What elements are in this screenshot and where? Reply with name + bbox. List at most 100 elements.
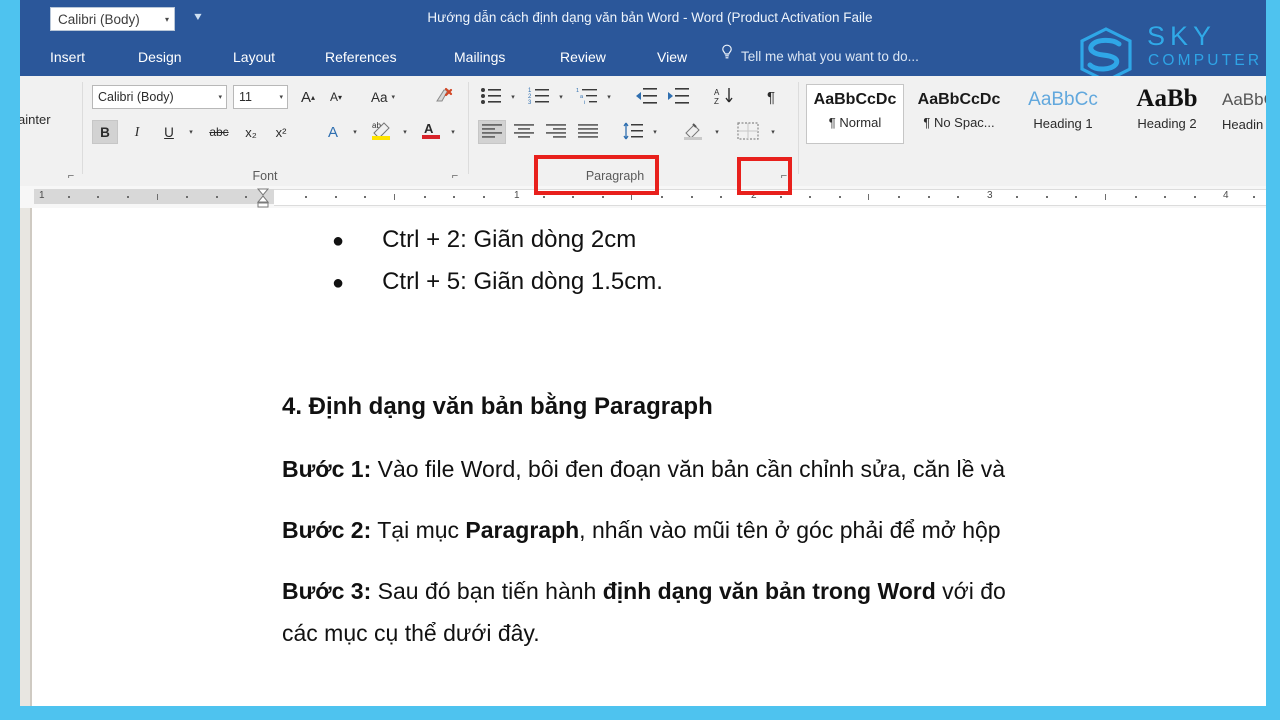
style-preview: AaBbCcDc — [917, 91, 1001, 108]
ruler-number: 4 — [1223, 190, 1229, 201]
chevron-down-icon[interactable]: ▾ — [392, 93, 396, 101]
chevron-down-icon[interactable]: ▾ — [218, 93, 222, 101]
clear-formatting-button[interactable] — [430, 85, 456, 109]
tell-me-search[interactable]: Tell me what you want to do... — [720, 38, 919, 76]
shrink-font-icon: A — [329, 90, 338, 104]
document-area[interactable]: ● Ctrl + 2: Giãn dòng 2cm ● Ctrl + 5: Gi… — [20, 208, 1280, 706]
tab-layout[interactable]: Layout — [233, 38, 275, 76]
font-color-button[interactable]: A — [418, 118, 444, 144]
step-label: Bước 3: — [282, 578, 372, 604]
font-color-icon: A — [420, 119, 442, 144]
style-preview: AaBbCc — [1028, 89, 1098, 110]
step-text-before: Tại mục — [371, 517, 466, 543]
format-painter-label[interactable]: ainter — [20, 112, 51, 127]
title-bar: Calibri (Body) ▾ ⯆ Hướng dẫn cách định d… — [20, 0, 1280, 38]
paragraph-dialog-launcher[interactable]: ⌐ — [777, 169, 791, 183]
text-effects-button[interactable]: A — [320, 120, 346, 144]
highlight-color-button[interactable]: ab — [368, 118, 396, 144]
step-label: Bước 1: — [282, 456, 372, 482]
bold-button[interactable]: B — [92, 120, 118, 144]
shading-chevron-icon[interactable]: ▾ — [710, 124, 724, 140]
shading-icon — [682, 121, 706, 144]
borders-chevron-icon[interactable]: ▾ — [766, 124, 780, 140]
sort-button[interactable]: A Z — [712, 85, 740, 109]
style-heading-1[interactable]: AaBbCc Heading 1 — [1014, 84, 1112, 144]
decrease-indent-button[interactable] — [632, 85, 660, 109]
style-preview: AaBb — [1136, 85, 1198, 112]
highlight-chevron-icon[interactable]: ▾ — [398, 124, 412, 140]
tell-me-label: Tell me what you want to do... — [741, 49, 919, 64]
chevron-down-icon[interactable]: ▾ — [279, 93, 283, 101]
align-center-button[interactable] — [510, 120, 538, 144]
tab-design[interactable]: Design — [138, 38, 182, 76]
align-left-icon — [481, 123, 503, 142]
bullets-button[interactable] — [478, 85, 504, 109]
text-effects-chevron-icon[interactable]: ▾ — [348, 124, 362, 140]
font-dialog-launcher[interactable]: ⌐ — [448, 169, 462, 183]
superscript-button[interactable]: x² — [268, 120, 294, 144]
step-text-bold: Paragraph — [465, 517, 580, 543]
font-name-combo[interactable]: Calibri (Body) ▾ — [92, 85, 227, 109]
shading-button[interactable] — [680, 120, 708, 144]
svg-text:A: A — [424, 121, 434, 136]
tab-references[interactable]: References — [325, 38, 397, 76]
svg-text:A: A — [714, 88, 720, 97]
numbering-button[interactable]: 1 2 3 — [526, 85, 552, 109]
font-color-chevron-icon[interactable]: ▾ — [446, 124, 460, 140]
step-text-after: với đo — [935, 578, 1006, 604]
tab-review[interactable]: Review — [560, 38, 606, 76]
subscript-button[interactable]: x₂ — [238, 120, 264, 144]
line-spacing-chevron-icon[interactable]: ▾ — [648, 124, 662, 140]
tab-mailings[interactable]: Mailings — [454, 38, 505, 76]
sort-icon: A Z — [714, 87, 738, 108]
line-spacing-button[interactable] — [620, 120, 646, 144]
horizontal-ruler[interactable]: 1 1 2 3 4 — [20, 186, 1280, 209]
borders-button[interactable] — [734, 120, 762, 144]
align-right-button[interactable] — [542, 120, 570, 144]
document-page[interactable]: ● Ctrl + 2: Giãn dòng 2cm ● Ctrl + 5: Gi… — [32, 208, 1280, 706]
style-preview: AaBbCcDc — [813, 91, 897, 108]
style-heading-2[interactable]: AaBb Heading 2 — [1118, 84, 1216, 144]
style-no-spacing[interactable]: AaBbCcDc ¶ No Spac... — [910, 84, 1008, 144]
tab-view[interactable]: View — [657, 38, 687, 76]
svg-text:1: 1 — [576, 88, 579, 94]
clear-formatting-icon — [433, 87, 453, 108]
lightbulb-icon — [720, 37, 734, 75]
clipboard-dialog-launcher[interactable]: ⌐ — [64, 169, 78, 183]
multilevel-list-button[interactable]: 1 a i — [574, 85, 600, 109]
numbering-chevron-icon[interactable]: ▾ — [554, 89, 568, 105]
step-text-bold: định dạng văn bản trong Word — [602, 578, 936, 604]
multilevel-chevron-icon[interactable]: ▾ — [602, 89, 616, 105]
list-item-text: Ctrl + 5: Giãn dòng 1.5cm. — [382, 268, 663, 295]
align-left-button[interactable] — [478, 120, 506, 144]
shrink-font-button[interactable]: A ▾ — [324, 85, 348, 109]
group-divider — [798, 82, 799, 174]
font-size-combo[interactable]: 11 ▾ — [233, 85, 288, 109]
paragraph-step-3-continued: các mục cụ thể dưới đây. — [282, 620, 540, 646]
style-normal[interactable]: AaBbCcDc ¶ Normal — [806, 84, 904, 144]
justify-button[interactable] — [574, 120, 602, 144]
style-label: ¶ No Spac... — [923, 115, 995, 130]
font-size-value: 11 — [239, 90, 252, 104]
change-case-button[interactable]: Aa ▾ — [368, 85, 398, 109]
show-formatting-marks-button[interactable]: ¶ — [758, 85, 784, 109]
bullets-icon — [480, 87, 502, 108]
step-label: Bước 2: — [282, 517, 372, 543]
bullet-icon: ● — [332, 230, 345, 252]
strikethrough-button[interactable]: abc — [204, 120, 234, 144]
increase-indent-button[interactable] — [664, 85, 692, 109]
paragraph-step-1: Bước 1: Vào file Word, bôi đen đoạn văn … — [282, 456, 1005, 483]
step-text-before: Sau đó bạn tiến hành — [371, 578, 603, 604]
tab-insert[interactable]: Insert — [50, 38, 85, 76]
underline-button[interactable]: U — [156, 120, 182, 144]
italic-button[interactable]: I — [124, 120, 150, 144]
font-group-label: Font — [252, 169, 278, 183]
group-divider — [82, 82, 83, 174]
word-window: Calibri (Body) ▾ ⯆ Hướng dẫn cách định d… — [20, 0, 1280, 706]
step-text: Vào file Word, bôi đen đoạn văn bản cần … — [371, 456, 1006, 482]
grow-font-button[interactable]: A ▴ — [296, 85, 320, 109]
underline-chevron-icon[interactable]: ▾ — [184, 124, 198, 140]
bullets-chevron-icon[interactable]: ▾ — [506, 89, 520, 105]
font-name-value: Calibri (Body) — [98, 90, 174, 104]
grow-font-icon: A — [300, 88, 311, 106]
